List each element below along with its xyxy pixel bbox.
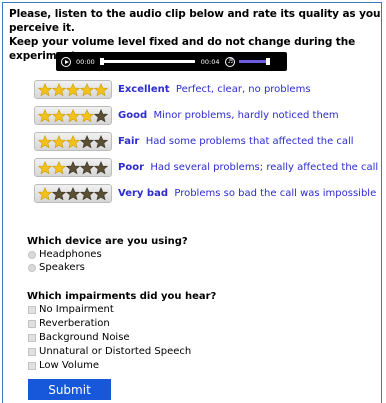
star-empty-icon <box>94 134 108 148</box>
impairment-option-low-volume[interactable]: Low Volume <box>28 360 99 371</box>
impairments-question: Which impairments did you hear? <box>27 291 217 302</box>
star-empty-icon <box>52 186 66 200</box>
impairment-option-background-noise[interactable]: Background Noise <box>28 332 130 343</box>
rating-label: Good Minor problems, hardly noticed them <box>118 110 339 121</box>
submit-button[interactable]: Submit <box>28 379 111 400</box>
checkbox[interactable] <box>28 305 36 314</box>
star-empty-icon <box>66 186 80 200</box>
star-filled-icon <box>80 108 94 122</box>
star-filled-icon <box>52 82 66 96</box>
rating-option-good[interactable]: Good Minor problems, hardly noticed them <box>34 106 339 125</box>
rating-description: Had several problems; really affected th… <box>150 162 379 173</box>
checkbox[interactable] <box>28 333 36 342</box>
rating-option-very-bad[interactable]: Very bad Problems so bad the call was im… <box>34 184 376 203</box>
radio-button[interactable] <box>28 250 36 259</box>
option-label: Speakers <box>39 262 85 273</box>
star-empty-icon <box>80 134 94 148</box>
rating-name: Good <box>118 110 148 121</box>
rating-label: Very bad Problems so bad the call was im… <box>118 188 376 199</box>
star-filled-icon <box>52 160 66 174</box>
star-filled-icon <box>80 82 94 96</box>
star-empty-icon <box>66 160 80 174</box>
star-filled-icon <box>38 108 52 122</box>
star-rating-button[interactable] <box>34 80 112 99</box>
star-rating-button[interactable] <box>34 184 112 203</box>
star-empty-icon <box>80 160 94 174</box>
volume-slider[interactable] <box>239 58 271 65</box>
checkbox[interactable] <box>28 319 36 328</box>
rating-label: Poor Had several problems; really affect… <box>118 162 378 173</box>
star-filled-icon <box>66 134 80 148</box>
rating-name: Poor <box>118 162 145 173</box>
rating-name: Fair <box>118 136 140 147</box>
play-icon[interactable] <box>61 56 71 67</box>
option-label: Low Volume <box>39 360 100 371</box>
star-filled-icon <box>38 134 52 148</box>
radio-button[interactable] <box>28 263 36 272</box>
instructions-line-1: Please, listen to the audio clip below a… <box>9 8 381 34</box>
star-filled-icon <box>66 82 80 96</box>
rating-description: Problems so bad the call was impossible <box>174 188 377 199</box>
rating-option-fair[interactable]: Fair Had some problems that affected the… <box>34 132 354 151</box>
star-rating-button[interactable] <box>34 158 112 177</box>
rating-option-excellent[interactable]: Excellent Perfect, clear, no problems <box>34 80 311 99</box>
rating-label: Excellent Perfect, clear, no problems <box>118 84 311 95</box>
seek-bar[interactable] <box>99 58 195 65</box>
impairment-option-reverberation[interactable]: Reverberation <box>28 318 110 329</box>
star-filled-icon <box>38 186 52 200</box>
duration: 00:04 <box>200 57 220 66</box>
current-time: 00:00 <box>76 57 95 66</box>
rating-description: Minor problems, hardly noticed them <box>153 110 339 121</box>
audio-player: 00:00 00:04 ♬ <box>56 52 287 71</box>
option-label: Headphones <box>39 249 102 260</box>
option-label: No Impairment <box>39 304 114 315</box>
star-filled-icon <box>52 134 66 148</box>
rating-label: Fair Had some problems that affected the… <box>118 136 354 147</box>
device-question: Which device are you using? <box>27 236 188 247</box>
rating-option-poor[interactable]: Poor Had several problems; really affect… <box>34 158 378 177</box>
rating-description: Had some problems that affected the call <box>145 136 354 147</box>
star-empty-icon <box>94 160 108 174</box>
star-rating-button[interactable] <box>34 106 112 125</box>
impairment-option-no-impairment[interactable]: No Impairment <box>28 304 114 315</box>
checkbox[interactable] <box>28 347 36 356</box>
option-label: Reverberation <box>39 318 110 329</box>
star-rating-button[interactable] <box>34 132 112 151</box>
rating-name: Excellent <box>118 84 170 95</box>
star-empty-icon <box>80 186 94 200</box>
star-filled-icon <box>52 108 66 122</box>
star-empty-icon <box>94 186 108 200</box>
checkbox[interactable] <box>28 361 36 370</box>
rating-name: Very bad <box>118 188 168 199</box>
device-option-speakers[interactable]: Speakers <box>28 262 85 273</box>
impairment-option-unnatural-speech[interactable]: Unnatural or Distorted Speech <box>28 346 191 357</box>
option-label: Background Noise <box>39 332 130 343</box>
device-option-headphones[interactable]: Headphones <box>28 249 102 260</box>
star-filled-icon <box>94 82 108 96</box>
star-empty-icon <box>94 108 108 122</box>
volume-icon[interactable]: ♬ <box>225 56 236 67</box>
option-label: Unnatural or Distorted Speech <box>39 346 192 357</box>
star-filled-icon <box>66 108 80 122</box>
rating-description: Perfect, clear, no problems <box>175 84 311 95</box>
star-filled-icon <box>38 82 52 96</box>
star-filled-icon <box>38 160 52 174</box>
